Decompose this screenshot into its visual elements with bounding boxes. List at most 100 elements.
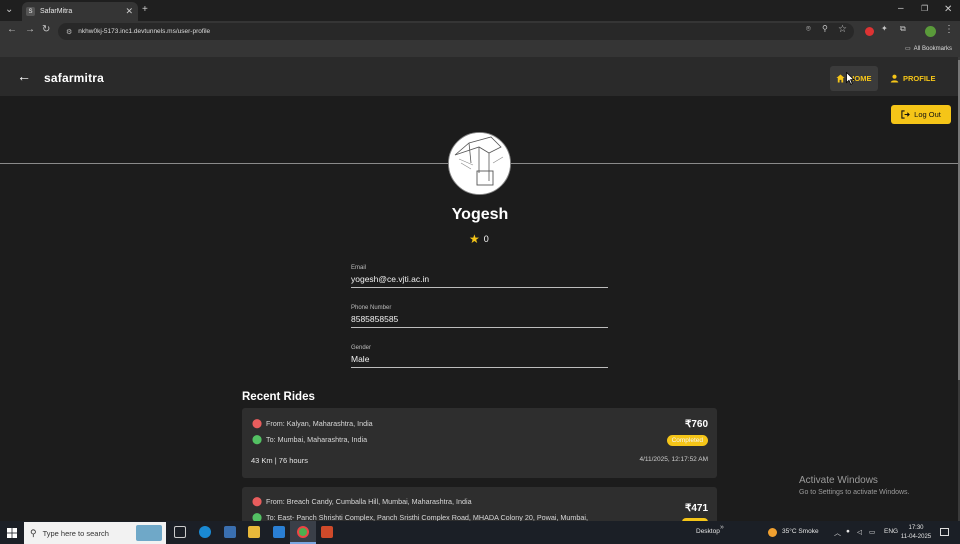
status-badge: Completed	[666, 435, 708, 446]
tab-close-icon[interactable]: ✕	[125, 6, 133, 17]
profile-button[interactable]: PROFILE	[884, 66, 942, 91]
language-indicator[interactable]: ENG	[884, 528, 898, 535]
clock[interactable]: 17:30 11-04-2025	[900, 524, 932, 542]
ride-card[interactable]: ⬤ From: Breach Candy, Cumballa Hill, Mum…	[242, 487, 717, 521]
watermark-subtitle: Go to Settings to activate Windows.	[799, 489, 910, 496]
tab-search-icon[interactable]: ⌄	[5, 5, 13, 15]
search-icon: ⚲	[30, 527, 37, 538]
microphone-icon[interactable]: ●	[846, 528, 850, 535]
all-bookmarks[interactable]: ▭ All Bookmarks	[905, 45, 952, 52]
ride-from-text: From: Breach Candy, Cumballa Hill, Mumba…	[266, 497, 472, 506]
gender-value: Male	[351, 354, 370, 364]
user-name: Yogesh	[451, 206, 509, 223]
task-view-icon[interactable]	[174, 526, 186, 538]
gender-label: Gender	[351, 345, 372, 351]
browser-tab[interactable]: S SafarMitra ✕	[22, 2, 138, 21]
ride-to: ⬤ To: Mumbai, Maharashtra, India	[252, 434, 368, 445]
navbar: ← safarmitra HOME PROFILE	[0, 57, 958, 96]
ride-from: ⬤ From: Kalyan, Maharashtra, India	[252, 418, 373, 429]
app-page: ← safarmitra HOME PROFILE Log Out Yogesh…	[0, 57, 958, 521]
map-pin-icon: ⬤	[252, 512, 263, 522]
extension-icon[interactable]: ✦	[881, 25, 888, 33]
bookmarks-bar: ▭ All Bookmarks	[0, 42, 960, 57]
clock-date: 11-04-2025	[900, 534, 932, 540]
clock-time: 17:30	[908, 525, 924, 531]
phone-field[interactable]: Phone Number 8585858585	[351, 305, 608, 328]
mouse-cursor-icon	[846, 72, 855, 85]
site-info-icon[interactable]: ⚙	[66, 28, 72, 36]
taskbar: ⚲ Type here to search » Desktop 35°C Smo…	[0, 521, 960, 544]
tray-chevron-icon[interactable]: ︿	[834, 528, 841, 538]
phone-value: 8585858585	[351, 314, 399, 324]
rating-value: 0	[483, 234, 489, 244]
store-icon[interactable]	[224, 526, 236, 538]
vscode-icon[interactable]	[273, 526, 285, 538]
gender-field[interactable]: Gender Male	[351, 345, 608, 368]
browser-toolbar: ← → ↻ ⚙ nkhw0kj-5173.inc1.devtunnels.ms/…	[0, 21, 960, 42]
zoom-icon[interactable]: ⚲	[822, 25, 828, 33]
avatar	[448, 132, 511, 195]
overflow-chevron-icon[interactable]: »	[720, 524, 724, 531]
new-tab-icon[interactable]: +	[142, 5, 148, 15]
logout-icon	[901, 110, 911, 119]
email-value: yogesh@ce.vjti.ac.in	[351, 274, 430, 284]
powerpoint-icon[interactable]	[321, 526, 333, 538]
avatar-illustration-icon	[449, 133, 510, 194]
bookmark-star-icon[interactable]: ☆	[838, 25, 847, 35]
weather-text[interactable]: 35°C Smoke	[782, 528, 819, 535]
notifications-icon[interactable]	[940, 528, 949, 536]
chrome-icon[interactable]	[297, 526, 309, 538]
ride-date: 4/11/2025, 12:17:52 AM	[639, 456, 708, 463]
brand-logo[interactable]: safarmitra	[44, 71, 104, 85]
map-pin-icon: ⬤	[252, 418, 263, 428]
watermark-title: Activate Windows	[799, 475, 878, 486]
logout-button[interactable]: Log Out	[891, 105, 951, 124]
phone-label: Phone Number	[351, 305, 392, 311]
windows-start-icon[interactable]	[7, 528, 17, 538]
map-pin-icon: ⬤	[252, 434, 263, 444]
weather-icon	[768, 528, 777, 537]
taskbar-search-placeholder: Type here to search	[42, 528, 109, 538]
ride-to: ⬤ To: East- Panch Shrishti Complex, Panc…	[252, 512, 588, 522]
browser-tabstrip: ⌄ S SafarMitra ✕ + – ❐ ✕	[0, 0, 960, 21]
recent-rides-title: Recent Rides	[242, 391, 315, 403]
ride-to-text: To: Mumbai, Maharashtra, India	[266, 435, 368, 444]
extensions-icon[interactable]: ⧉	[900, 25, 906, 33]
user-rating: ★ 0	[469, 233, 489, 245]
edge-icon[interactable]	[199, 526, 211, 538]
back-arrow-icon[interactable]: ←	[17, 69, 31, 83]
ride-card[interactable]: ⬤ From: Kalyan, Maharashtra, India ⬤ To:…	[242, 408, 717, 478]
tab-title: SafarMitra	[40, 8, 73, 15]
back-icon[interactable]: ←	[7, 25, 17, 35]
reload-icon[interactable]: ↻	[42, 25, 50, 35]
logout-label: Log Out	[914, 110, 941, 119]
favicon-icon: S	[26, 7, 35, 16]
person-icon	[890, 74, 899, 83]
all-bookmarks-label: All Bookmarks	[913, 46, 952, 52]
extension-icon[interactable]	[865, 27, 874, 36]
maximize-icon[interactable]: ❐	[921, 5, 928, 13]
search-highlight-icon	[136, 525, 162, 541]
minimize-icon[interactable]: –	[898, 4, 904, 14]
ride-to-text: To: East- Panch Shrishti Complex, Panch …	[266, 513, 588, 521]
ride-price: ₹760	[684, 419, 708, 430]
map-pin-icon: ⬤	[252, 496, 263, 506]
speaker-icon[interactable]: ◁	[857, 528, 862, 536]
ride-price: ₹471	[684, 503, 708, 514]
profile-label: PROFILE	[903, 74, 936, 83]
address-bar[interactable]: ⚙ nkhw0kj-5173.inc1.devtunnels.ms/user-p…	[58, 23, 854, 40]
menu-icon[interactable]: ⋮	[944, 25, 954, 35]
star-icon: ★	[469, 232, 480, 246]
forward-icon[interactable]: →	[25, 25, 35, 35]
ride-from-text: From: Kalyan, Maharashtra, India	[266, 419, 373, 428]
desktop-label[interactable]: Desktop	[696, 528, 720, 535]
file-explorer-icon[interactable]	[248, 526, 260, 538]
close-window-icon[interactable]: ✕	[944, 5, 952, 15]
profile-icon[interactable]	[925, 26, 936, 37]
ride-from: ⬤ From: Breach Candy, Cumballa Hill, Mum…	[252, 496, 472, 507]
network-icon[interactable]: ▭	[869, 528, 875, 536]
folder-icon: ▭	[904, 46, 911, 52]
location-icon[interactable]: ⌾	[806, 25, 811, 33]
email-field[interactable]: Email yogesh@ce.vjti.ac.in	[351, 265, 608, 288]
taskbar-search[interactable]: ⚲ Type here to search	[24, 522, 166, 544]
